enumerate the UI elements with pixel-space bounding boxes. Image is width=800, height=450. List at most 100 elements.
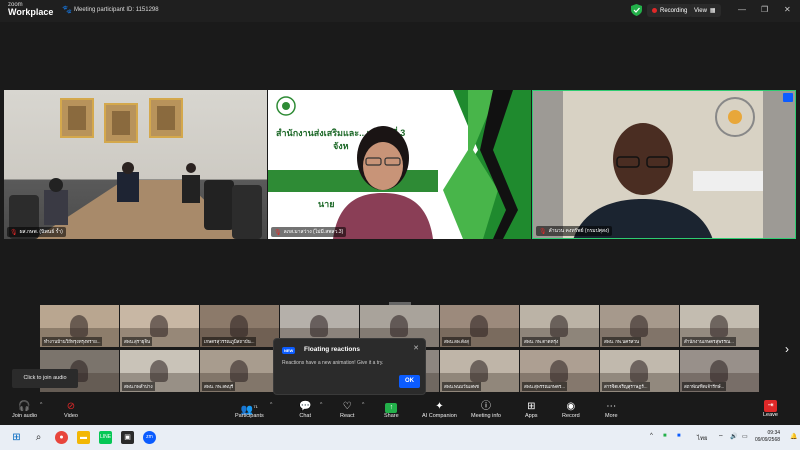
participant-name: 🎙 ผส.กษพ. (นิพนธ์ ร้ำ) bbox=[7, 227, 66, 237]
wifi-icon[interactable]: ⌔ bbox=[718, 433, 724, 441]
thumbnail-name: เกษตรสุวรรณภูมิสถาบัน... bbox=[202, 337, 257, 346]
participant-thumbnail[interactable]: ทำงานบ้านวิถีทรุงทรุงทราย... bbox=[40, 305, 119, 347]
participant-thumbnail[interactable]: สารจิตเจริญสุราษฏร์... bbox=[600, 350, 679, 392]
participant-thumbnail[interactable]: สพน. กพ.ลพบุรี bbox=[200, 350, 279, 392]
thumbnail-name: สพน. กพ.นครสวน bbox=[602, 337, 642, 346]
notification-bell-icon[interactable]: 🔔 bbox=[790, 433, 797, 440]
participant-name-text: ผส.กษพ. (นิพนธ์ ร้ำ) bbox=[19, 229, 63, 235]
participant-thumbnail[interactable]: สถาพัณฑิตเจ้ารีกษ์... bbox=[680, 350, 759, 392]
new-badge: NEW bbox=[282, 347, 296, 354]
brand-bottom: Workplace bbox=[8, 7, 54, 17]
meeting-info-button[interactable]: ⓘ Meeting info bbox=[471, 400, 501, 419]
paw-icon: 🐾 bbox=[62, 5, 72, 14]
terminal-app-icon[interactable]: ▣ bbox=[121, 431, 134, 444]
meeting-participant-id-text: Meeting participant ID: 1151298 bbox=[74, 7, 159, 13]
thumbnail-person bbox=[150, 360, 168, 382]
participant-thumbnail[interactable]: สพน.สุรายุจิน bbox=[120, 305, 199, 347]
thumbnail-name: สารจิตเจริญสุราษฏร์... bbox=[602, 382, 650, 391]
chat-label: Chat bbox=[299, 413, 312, 419]
meeting-info-label: Meeting info bbox=[471, 413, 501, 419]
windows-taskbar: ⊞ ⌕ ● ▬ LINE ▣ zm ^ ■ ■ ไทย ⌔ 🔊 ▭ 09:34 … bbox=[0, 425, 800, 450]
meeting-toolbar: 🎧 Join audio ^ ⊘ Video 👥71 Participants … bbox=[0, 396, 800, 425]
thumbnail-name: สพน. กพ.ลพบุรี bbox=[202, 382, 236, 391]
volume-icon[interactable]: 🔊 bbox=[730, 433, 737, 440]
thumbnail-name: สพน.สุรายุจิน bbox=[122, 337, 153, 346]
react-caret-icon[interactable]: ^ bbox=[362, 402, 364, 408]
leave-label: Leave bbox=[763, 412, 778, 418]
thumbnail-name: สพน. กพ.ตาดหรุ่ง bbox=[522, 337, 561, 346]
recording-label: Recording bbox=[660, 7, 688, 14]
chat-caret-icon[interactable]: ^ bbox=[320, 402, 322, 408]
ok-button[interactable]: OK bbox=[399, 375, 420, 388]
participant-thumbnail[interactable]: สพน. กพ.นครสวน bbox=[600, 305, 679, 347]
tray-app-icon[interactable]: ■ bbox=[663, 433, 667, 439]
video-button[interactable]: ⊘ Video bbox=[64, 400, 78, 419]
ai-companion-button[interactable]: ✦ AI Companion bbox=[422, 400, 457, 419]
battery-icon[interactable]: ▭ bbox=[742, 433, 748, 440]
recording-indicator[interactable]: Recording bbox=[647, 4, 693, 17]
file-explorer-icon[interactable]: ▬ bbox=[77, 431, 90, 444]
thumbnail-name: สพน.กพลำปาง bbox=[122, 382, 155, 391]
portrait-frame bbox=[149, 98, 183, 138]
clock-time: 09:34 bbox=[767, 430, 781, 436]
participant-thumbnail[interactable]: สพน.ลพ.ดังสุ bbox=[440, 305, 519, 347]
participant-thumbnail[interactable]: สพน. กพ.ตาดหรุ่ง bbox=[520, 305, 599, 347]
thumbnail-person bbox=[150, 315, 168, 337]
tile-options-icon[interactable] bbox=[783, 93, 793, 102]
more-label: More bbox=[605, 413, 618, 419]
zoom-logo: zoom Workplace bbox=[8, 2, 53, 17]
participants-button[interactable]: 👥71 Participants bbox=[235, 400, 264, 419]
audio-options-caret-icon[interactable]: ^ bbox=[40, 402, 42, 408]
more-button[interactable]: ⋯ More bbox=[605, 400, 618, 419]
view-button[interactable]: View ▦ bbox=[689, 4, 721, 17]
participant-name-text: ลำนวน คงทรัพย์ (กรมปศุสง) bbox=[548, 228, 610, 234]
apps-label: Apps bbox=[525, 413, 538, 419]
participant-thumbnail[interactable]: สพน.กพลำปาง bbox=[120, 350, 199, 392]
chat-icon: 💬 bbox=[299, 401, 312, 412]
search-icon[interactable]: ⌕ bbox=[32, 431, 45, 444]
next-page-chevron-icon[interactable]: › bbox=[785, 342, 789, 356]
minimize-icon[interactable]: — bbox=[738, 5, 746, 15]
join-audio-label: Join audio bbox=[12, 413, 38, 419]
zoom-app-icon[interactable]: zm bbox=[143, 431, 156, 444]
thumbnail-person bbox=[470, 360, 488, 382]
leave-button[interactable]: ⇥ Leave bbox=[763, 400, 778, 418]
more-icon: ⋯ bbox=[606, 401, 617, 412]
record-button[interactable]: ◉ Record bbox=[562, 400, 580, 419]
video-off-icon: ⊘ bbox=[66, 401, 76, 412]
apps-button[interactable]: ⊞ Apps bbox=[525, 400, 538, 419]
share-button[interactable]: ↑ Share bbox=[384, 400, 399, 419]
language-indicator[interactable]: ไทย bbox=[697, 433, 708, 443]
popup-close-icon[interactable]: ✕ bbox=[413, 344, 419, 352]
participant-thumbnail[interactable]: เกษตรสุวรรณภูมิสถาบัน... bbox=[200, 305, 279, 347]
sparkle-icon: ✦ bbox=[435, 401, 444, 412]
tray-app-icon[interactable]: ■ bbox=[677, 433, 681, 439]
video-tile-3-active-speaker[interactable]: 🎙 ลำนวน คงทรัพย์ (กรมปศุสง) bbox=[532, 90, 796, 239]
line-app-icon[interactable]: LINE bbox=[99, 431, 112, 444]
chat-button[interactable]: 💬 Chat bbox=[299, 400, 311, 419]
participant-thumbnail[interactable]: สำนักงานเกษตรสุพรรณ... bbox=[680, 305, 759, 347]
video-tile-2[interactable]: สำนักงานส่งเสริมและ...เกษตรที่ 3 จังห นา… bbox=[268, 90, 531, 239]
participants-caret-icon[interactable]: ^ bbox=[270, 402, 272, 408]
tray-chevron-icon[interactable]: ^ bbox=[650, 433, 653, 439]
close-icon[interactable]: ✕ bbox=[784, 5, 791, 15]
chrome-icon[interactable]: ● bbox=[55, 431, 68, 444]
meeting-room-scene bbox=[9, 162, 262, 239]
react-button[interactable]: ♡ React bbox=[340, 400, 354, 419]
join-audio-tooltip: Click to join audio bbox=[12, 369, 78, 388]
video-label: Video bbox=[64, 413, 78, 419]
thumbnail-person bbox=[630, 360, 648, 382]
restore-icon[interactable]: ❐ bbox=[761, 5, 768, 15]
clock-date: 09/09/2568 bbox=[755, 437, 781, 443]
shield-check-icon[interactable] bbox=[631, 4, 642, 16]
video-tile-1[interactable]: 🎙 ผส.กษพ. (นิพนธ์ ร้ำ) bbox=[4, 90, 267, 239]
windows-start-icon[interactable]: ⊞ bbox=[10, 431, 23, 444]
headphones-icon: 🎧 bbox=[18, 401, 31, 412]
participant-thumbnail[interactable]: สพน.พนมวันเลพช bbox=[440, 350, 519, 392]
thumbnail-name: สพน.สุพรรณเกษตร... bbox=[522, 382, 568, 391]
popup-title: Floating reactions bbox=[304, 346, 360, 353]
participant-name-text: ลภส.มาสว่าง (ไม่มี.สพสว.3) bbox=[283, 229, 344, 235]
participant-thumbnail[interactable]: สพน.สุพรรณเกษตร... bbox=[520, 350, 599, 392]
system-clock[interactable]: 09:34 09/09/2568 bbox=[755, 430, 780, 444]
join-audio-button[interactable]: 🎧 Join audio bbox=[12, 400, 37, 419]
